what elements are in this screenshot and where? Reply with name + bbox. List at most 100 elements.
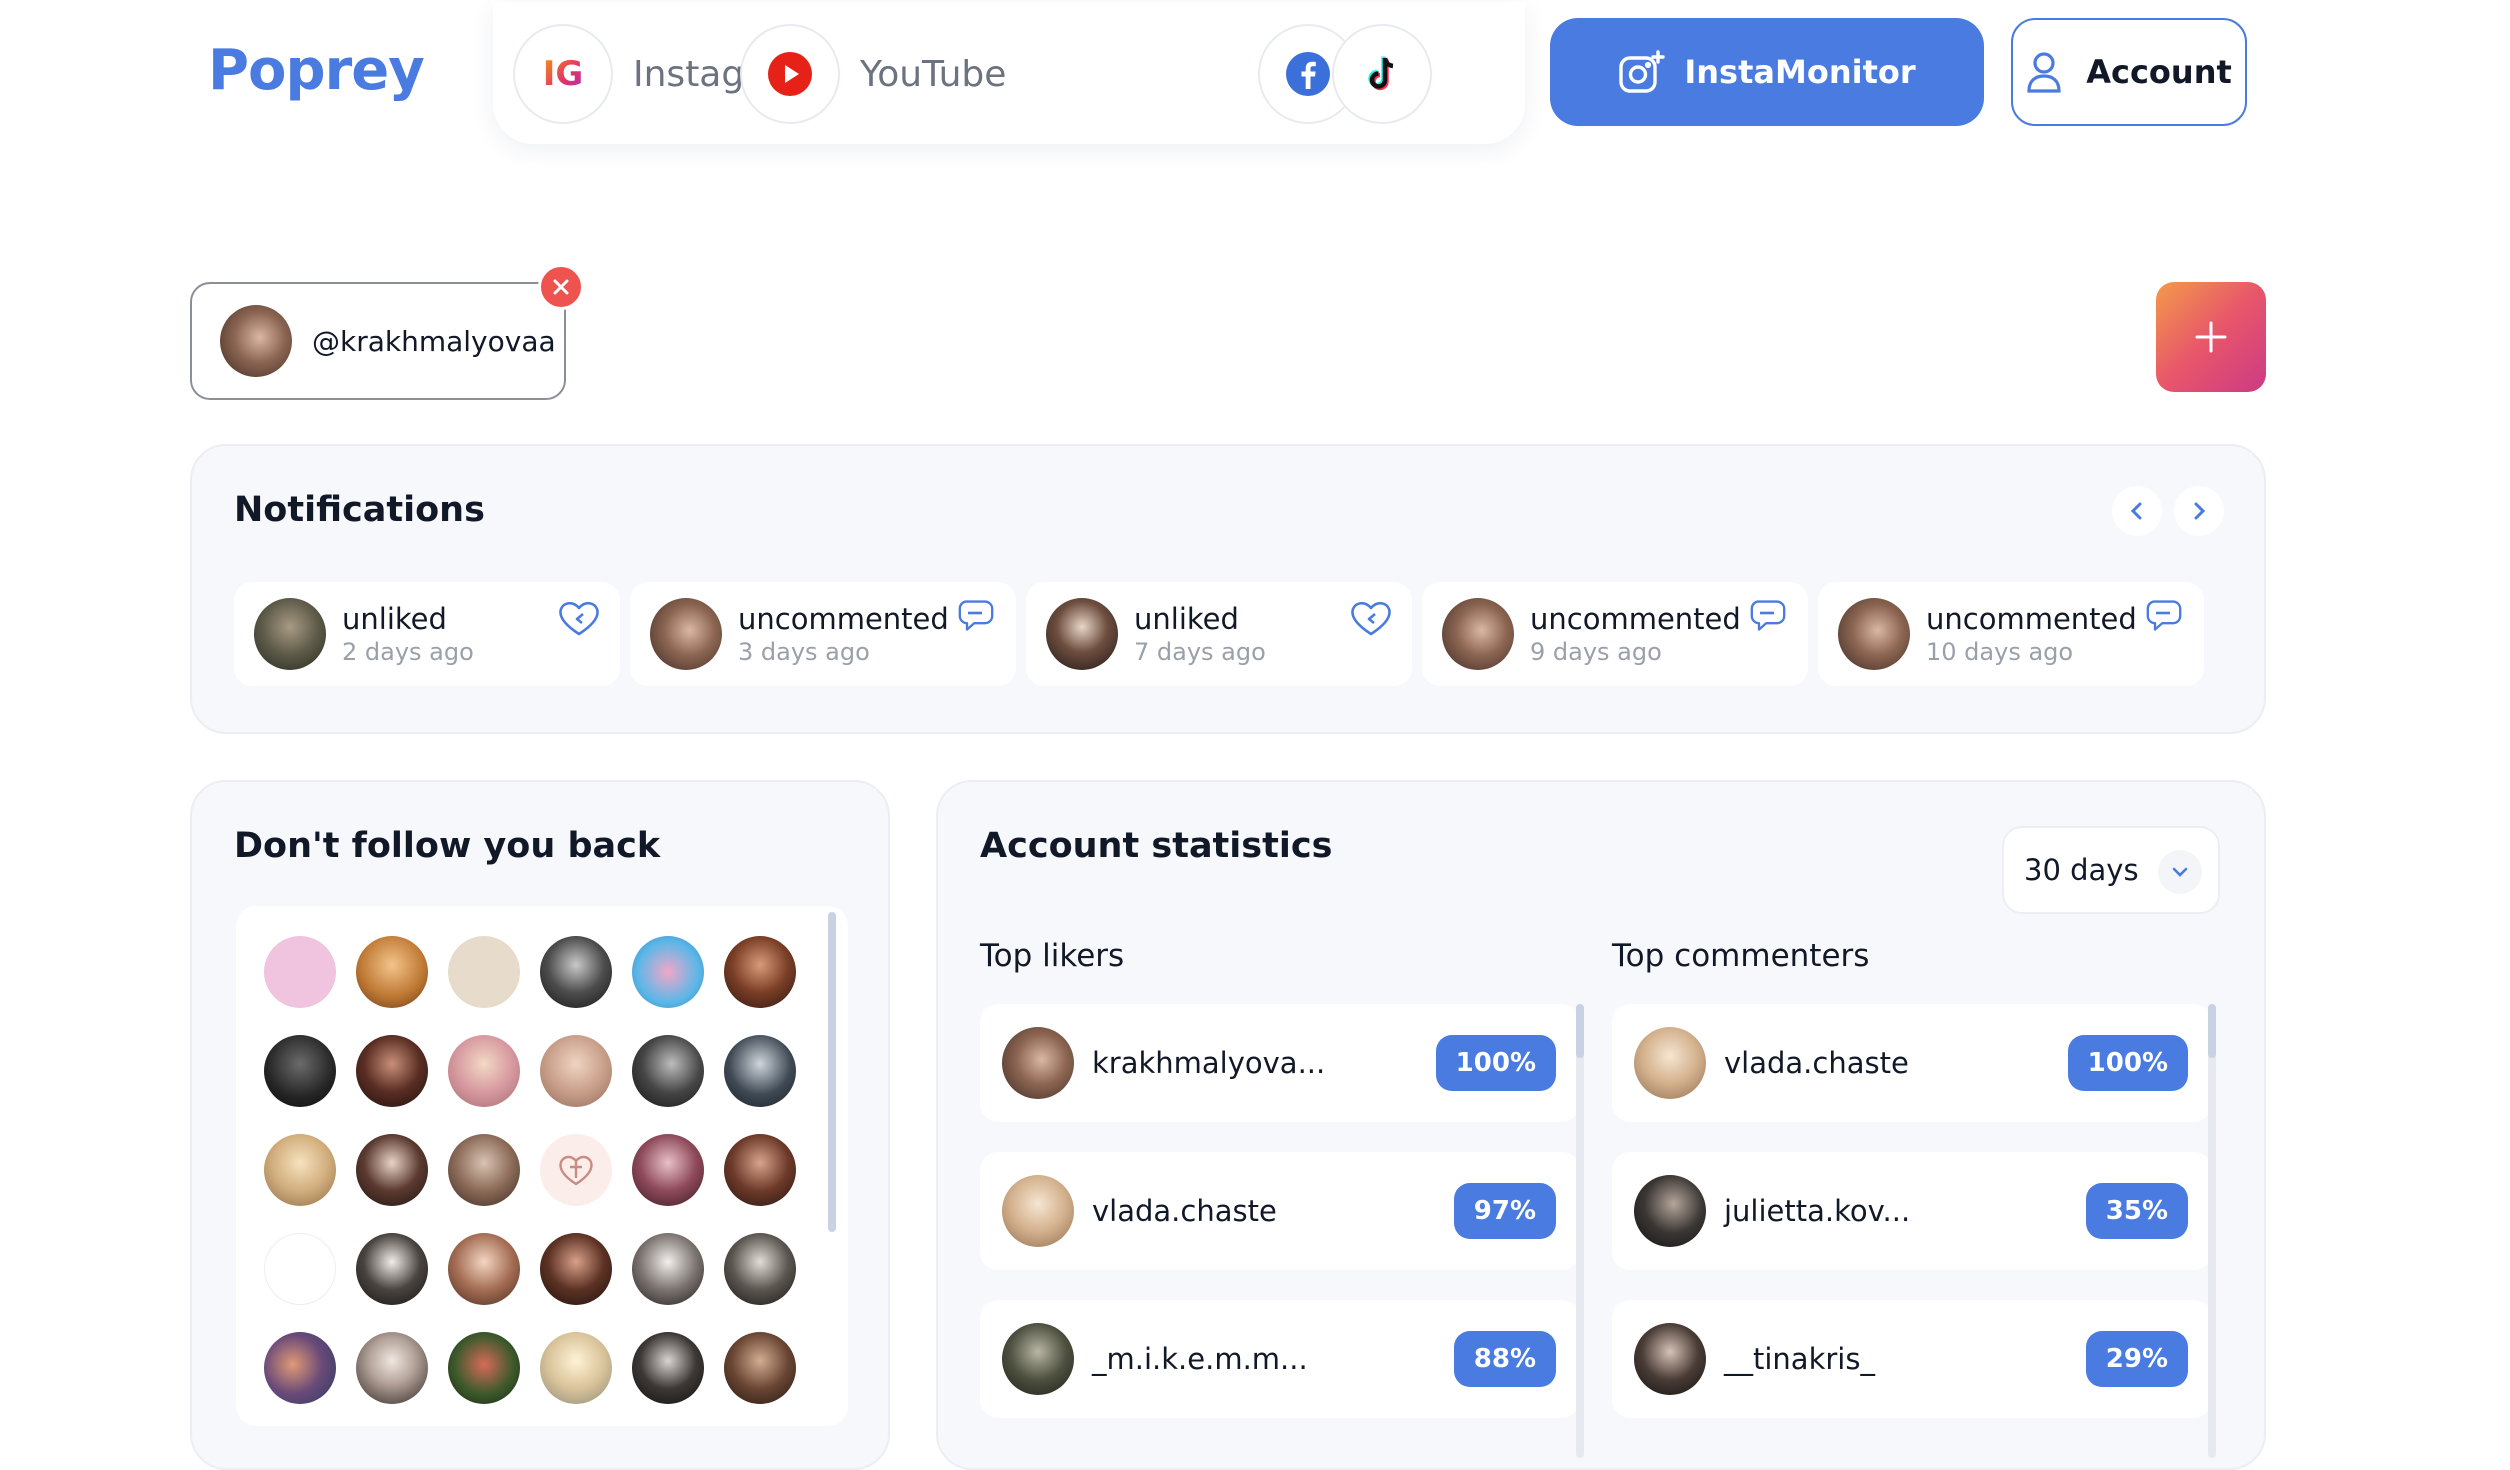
account-statistics-title: Account statistics [980,826,1333,866]
non-follower-avatar[interactable] [356,1035,428,1107]
non-follower-avatar[interactable] [356,936,428,1008]
account-button[interactable]: Account [2011,18,2247,126]
dont-follow-back-panel: Don't follow you back [190,780,890,1470]
chevron-right-icon [2194,502,2206,520]
instamonitor-label: InstaMonitor [1684,53,1916,91]
tracked-account-chip[interactable]: @krakhmalyovaa [190,282,566,400]
non-follower-avatar[interactable] [724,936,796,1008]
account-statistics-panel: Account statistics 30 days Top likers To… [936,780,2266,1470]
avatar [1634,1027,1706,1099]
comment-minus-icon [1750,600,1786,631]
avatar [1002,1323,1074,1395]
list-item[interactable]: krakhmalyova... 100% [980,1004,1580,1122]
broken-heart-icon [1351,601,1391,636]
avatar [1634,1175,1706,1247]
plus-icon [2195,321,2227,353]
non-follower-avatar[interactable] [540,1233,612,1305]
camera-plus-icon [1618,49,1666,95]
non-follower-avatar[interactable] [356,1134,428,1206]
nav-youtube-label: YouTube [860,53,1007,95]
list-item[interactable]: vlada.chaste 97% [980,1152,1580,1270]
scroll-thumb[interactable] [1576,1004,1584,1058]
scroll-thumb[interactable] [2208,1004,2216,1058]
notification-time: 2 days ago [342,638,474,666]
avatar [1002,1027,1074,1099]
non-follower-avatar[interactable] [724,1134,796,1206]
non-follower-avatar[interactable] [264,1035,336,1107]
notifications-prev-button[interactable] [2112,486,2162,536]
non-follower-avatar[interactable] [448,1332,520,1404]
add-account-button[interactable] [2156,282,2266,392]
non-follower-avatar[interactable] [724,1332,796,1404]
notifications-next-button[interactable] [2174,486,2224,536]
chevron-left-icon [2130,502,2142,520]
list-item[interactable]: julietta.kov... 35% [1612,1152,2212,1270]
commenter-percent-badge: 35% [2085,1183,2188,1239]
non-follower-avatar[interactable] [264,1134,336,1206]
commenter-username: __tinakris_ [1724,1342,1875,1376]
avatar [1838,598,1910,670]
non-follower-avatar[interactable] [724,1035,796,1107]
non-follower-avatar[interactable] [632,1035,704,1107]
non-follower-avatar[interactable] [540,1035,612,1107]
top-likers-scrollbar[interactable] [1576,1004,1584,1458]
liker-percent-badge: 97% [1453,1183,1556,1239]
logo[interactable]: Poprey [208,38,425,103]
remove-account-button[interactable] [538,264,584,310]
chevron-down-icon [2158,850,2202,894]
liker-percent-badge: 100% [1435,1035,1556,1091]
non-follower-grid[interactable] [236,906,848,1426]
non-follower-avatar[interactable] [264,1332,336,1404]
non-follower-avatar[interactable] [264,1233,336,1305]
period-select[interactable]: 30 days [2002,826,2220,914]
avatar [1046,598,1118,670]
notification-action: unliked [342,602,447,636]
notification-card[interactable]: uncommented 10 days ago [1818,582,2204,686]
non-follower-avatar[interactable] [540,1332,612,1404]
instagram-icon: IG [513,24,613,124]
non-follower-avatar[interactable] [540,936,612,1008]
comment-minus-icon [958,600,994,631]
account-label: Account [2086,53,2232,91]
notification-card[interactable]: unliked 2 days ago [234,582,620,686]
comment-minus-icon [2146,600,2182,631]
notification-time: 7 days ago [1134,638,1266,666]
notification-time: 10 days ago [1926,638,2074,666]
non-follower-avatar[interactable] [632,936,704,1008]
instamonitor-button[interactable]: InstaMonitor [1550,18,1984,126]
avatar [220,305,292,377]
non-follower-avatar[interactable] [448,1134,520,1206]
non-follower-avatar[interactable] [356,1332,428,1404]
notification-card[interactable]: unliked 7 days ago [1026,582,1412,686]
non-follower-avatar[interactable] [632,1233,704,1305]
user-icon [2026,51,2062,93]
notification-card[interactable]: uncommented 9 days ago [1422,582,1808,686]
non-follower-avatar[interactable] [632,1332,704,1404]
non-follower-avatar[interactable] [448,1035,520,1107]
period-value: 30 days [2024,853,2139,887]
avatar [650,598,722,670]
list-item[interactable]: _m.i.k.e.m.m... 88% [980,1300,1580,1418]
nav-tiktok[interactable] [1332,24,1432,124]
non-follower-avatar[interactable] [540,1134,612,1206]
non-follower-avatar[interactable] [356,1233,428,1305]
tracked-account-handle: @krakhmalyovaa [312,324,556,358]
youtube-icon [740,24,840,124]
avatar [1634,1323,1706,1395]
non-follower-scrollbar[interactable] [828,912,836,1232]
non-follower-avatar[interactable] [724,1233,796,1305]
non-follower-avatar[interactable] [264,936,336,1008]
top-likers-list[interactable]: krakhmalyova... 100% vlada.chaste 97% _m… [980,1004,1584,1468]
non-follower-avatar[interactable] [448,936,520,1008]
platform-nav: IG Instagram YouTube [493,2,1525,144]
non-follower-avatar[interactable] [632,1134,704,1206]
nav-youtube[interactable]: YouTube [740,24,1006,124]
non-follower-avatar[interactable] [448,1233,520,1305]
top-commenters-scrollbar[interactable] [2208,1004,2216,1458]
heart-cross-icon [559,1155,593,1186]
liker-username: _m.i.k.e.m.m... [1092,1342,1308,1376]
notification-card[interactable]: uncommented 3 days ago [630,582,1016,686]
top-commenters-list[interactable]: vlada.chaste 100% julietta.kov... 35% __… [1612,1004,2216,1468]
list-item[interactable]: vlada.chaste 100% [1612,1004,2212,1122]
list-item[interactable]: __tinakris_ 29% [1612,1300,2212,1418]
